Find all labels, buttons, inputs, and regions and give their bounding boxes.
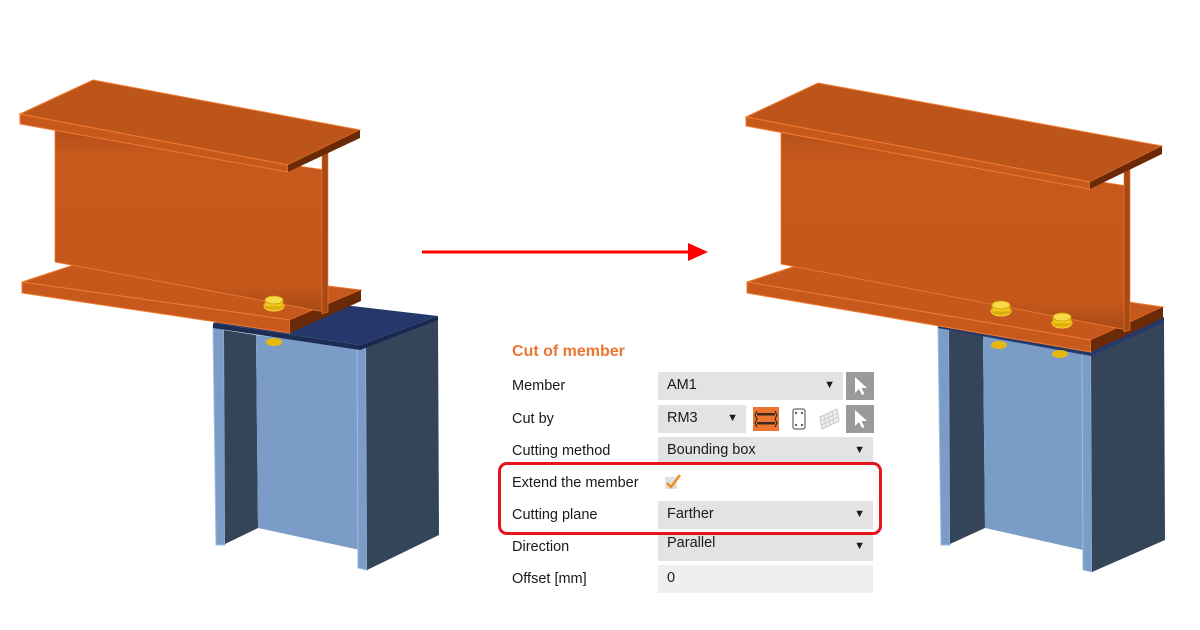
cutting-method-select[interactable]: Bounding box ▼ (658, 437, 873, 465)
cursor-arrow-icon (855, 377, 867, 395)
chevron-down-icon: ▼ (824, 379, 835, 391)
cut-by-member-button[interactable] (753, 407, 779, 431)
offset-label: Offset [mm] (512, 571, 587, 587)
direction-label: Direction (512, 539, 570, 555)
chevron-down-icon: ▼ (727, 412, 738, 424)
pick-member-button[interactable] (846, 372, 874, 400)
cut-by-select[interactable]: RM3 ▼ (658, 405, 746, 433)
highlight-box (498, 462, 882, 535)
transition-arrow (422, 243, 708, 261)
row-member: Member AM1 ▼ (505, 372, 880, 400)
direction-select[interactable]: Parallel ▼ (658, 533, 873, 561)
cutting-method-label: Cutting method (512, 443, 611, 459)
chevron-down-icon: ▼ (854, 444, 865, 456)
column-before (212, 318, 439, 571)
plate-bolts-icon (792, 408, 806, 430)
grid-surface-icon (819, 408, 840, 430)
beam-after (744, 82, 1165, 353)
pick-cut-by-button[interactable] (846, 405, 874, 433)
chevron-down-icon: ▼ (854, 540, 865, 552)
beam-before (18, 79, 363, 334)
offset-input[interactable]: 0 (658, 565, 873, 593)
cut-by-surface-button[interactable] (817, 407, 843, 431)
column-after (937, 320, 1165, 573)
row-direction: Direction Parallel ▼ (505, 533, 880, 561)
model-before (18, 79, 439, 571)
member-label: Member (512, 378, 566, 394)
cut-by-plate-button[interactable] (786, 407, 812, 431)
row-cutting-method: Cutting method Bounding box ▼ (505, 437, 880, 465)
row-cut-by: Cut by RM3 ▼ (505, 405, 880, 433)
row-offset: Offset [mm] 0 (505, 565, 880, 593)
cut-by-label: Cut by (512, 411, 554, 427)
panel-title: Cut of member (512, 343, 625, 360)
cursor-arrow-icon (855, 410, 867, 428)
beam-cut-icon (754, 410, 778, 428)
member-select[interactable]: AM1 ▼ (658, 372, 843, 400)
